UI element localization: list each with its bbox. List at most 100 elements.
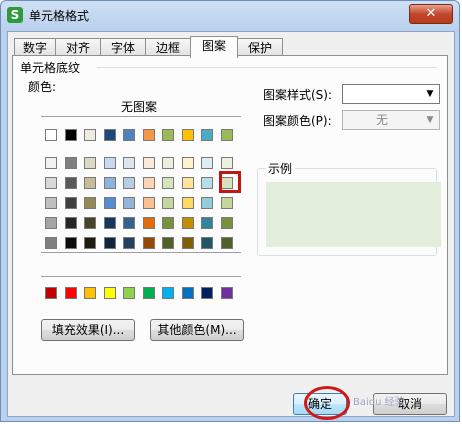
- standard-color-swatch[interactable]: [123, 287, 135, 299]
- color-swatch[interactable]: [123, 237, 135, 249]
- standard-color-swatch[interactable]: [84, 287, 96, 299]
- color-swatch[interactable]: [162, 157, 174, 169]
- color-swatch[interactable]: [104, 217, 116, 229]
- color-swatch[interactable]: [182, 177, 194, 189]
- color-swatch[interactable]: [221, 129, 233, 141]
- color-swatch[interactable]: [45, 157, 57, 169]
- close-button[interactable]: ✕: [409, 4, 453, 24]
- color-swatch[interactable]: [201, 129, 213, 141]
- color-swatch[interactable]: [221, 157, 233, 169]
- standard-color-swatch[interactable]: [104, 287, 116, 299]
- color-swatch[interactable]: [221, 197, 233, 209]
- color-swatch[interactable]: [104, 177, 116, 189]
- color-swatch[interactable]: [201, 237, 213, 249]
- color-swatch[interactable]: [65, 157, 77, 169]
- color-swatch[interactable]: [45, 217, 57, 229]
- color-swatch[interactable]: [45, 129, 57, 141]
- color-swatch[interactable]: [221, 217, 233, 229]
- color-swatch[interactable]: [123, 157, 135, 169]
- chevron-down-icon[interactable]: ▼: [423, 113, 437, 127]
- color-swatch[interactable]: [182, 129, 194, 141]
- tab-patterns[interactable]: 图案: [190, 36, 238, 58]
- color-swatch[interactable]: [104, 237, 116, 249]
- group-divider: [97, 67, 437, 68]
- fill-effects-button[interactable]: 填充效果(I)...: [41, 319, 135, 341]
- color-swatch[interactable]: [84, 129, 96, 141]
- selected-color-highlight: [219, 171, 241, 193]
- title-bar[interactable]: S 单元格格式 ✕: [1, 1, 459, 29]
- patterns-panel: 单元格底纹 颜色: 无图案 填充效果(I)... 其他颜色(M)... 图案样式…: [12, 55, 448, 375]
- color-label: 颜色:: [28, 80, 57, 94]
- color-swatch[interactable]: [45, 197, 57, 209]
- pattern-style-select[interactable]: ▼: [342, 84, 440, 104]
- tab-border[interactable]: 边框: [145, 38, 191, 56]
- color-swatch[interactable]: [123, 129, 135, 141]
- color-swatch[interactable]: [84, 157, 96, 169]
- tab-protection[interactable]: 保护: [237, 38, 283, 56]
- standard-color-swatch[interactable]: [201, 287, 213, 299]
- ok-button-annotation-circle: [304, 386, 350, 420]
- color-swatch[interactable]: [162, 237, 174, 249]
- color-swatch[interactable]: [143, 157, 155, 169]
- color-swatch[interactable]: [104, 197, 116, 209]
- tab-alignment[interactable]: 对齐: [55, 38, 101, 56]
- more-colors-button[interactable]: 其他颜色(M)...: [150, 319, 244, 341]
- color-swatch[interactable]: [65, 177, 77, 189]
- color-swatch[interactable]: [123, 217, 135, 229]
- color-swatch[interactable]: [162, 129, 174, 141]
- color-swatch[interactable]: [123, 177, 135, 189]
- color-swatch[interactable]: [143, 197, 155, 209]
- color-swatch[interactable]: [182, 157, 194, 169]
- color-swatch[interactable]: [201, 217, 213, 229]
- color-swatch[interactable]: [104, 129, 116, 141]
- palette-separator: [41, 276, 241, 277]
- color-swatch[interactable]: [201, 177, 213, 189]
- standard-color-swatch[interactable]: [65, 287, 77, 299]
- dialog-body: 数字 对齐 字体 边框 图案 保护 单元格底纹 颜色: 无图案 填充效果(I).…: [7, 31, 455, 417]
- color-swatch[interactable]: [45, 237, 57, 249]
- color-swatch[interactable]: [182, 197, 194, 209]
- color-swatch[interactable]: [65, 197, 77, 209]
- pattern-style-label: 图案样式(S):: [263, 88, 333, 102]
- no-pattern-option[interactable]: 无图案: [121, 98, 157, 115]
- color-swatch[interactable]: [45, 177, 57, 189]
- tab-number[interactable]: 数字: [14, 38, 56, 56]
- color-swatch[interactable]: [162, 177, 174, 189]
- color-swatch[interactable]: [84, 177, 96, 189]
- color-swatch[interactable]: [201, 197, 213, 209]
- standard-color-swatch[interactable]: [143, 287, 155, 299]
- tab-font[interactable]: 字体: [100, 38, 146, 56]
- color-swatch[interactable]: [65, 129, 77, 141]
- pattern-color-select[interactable]: 无 ▼: [342, 110, 440, 130]
- palette-separator: [41, 252, 241, 253]
- color-swatch[interactable]: [65, 217, 77, 229]
- color-swatch[interactable]: [201, 157, 213, 169]
- pattern-color-value: 无: [375, 113, 388, 127]
- color-swatch[interactable]: [65, 237, 77, 249]
- preview-label: 示例: [265, 160, 296, 177]
- wps-spreadsheet-icon: S: [7, 7, 23, 23]
- color-swatch[interactable]: [143, 237, 155, 249]
- color-swatch[interactable]: [143, 217, 155, 229]
- cell-shading-group-label: 单元格底纹: [20, 59, 83, 76]
- color-swatch[interactable]: [162, 197, 174, 209]
- color-swatch[interactable]: [84, 197, 96, 209]
- pattern-color-label: 图案颜色(P):: [263, 114, 332, 128]
- color-swatch[interactable]: [143, 129, 155, 141]
- palette-separator: [41, 116, 241, 117]
- standard-color-swatch[interactable]: [221, 287, 233, 299]
- color-swatch[interactable]: [182, 237, 194, 249]
- standard-color-swatch[interactable]: [162, 287, 174, 299]
- chevron-down-icon[interactable]: ▼: [423, 87, 437, 101]
- color-swatch[interactable]: [84, 217, 96, 229]
- color-swatch[interactable]: [221, 237, 233, 249]
- standard-color-swatch[interactable]: [182, 287, 194, 299]
- preview-swatch: [266, 182, 441, 247]
- standard-color-swatch[interactable]: [45, 287, 57, 299]
- color-swatch[interactable]: [143, 177, 155, 189]
- color-swatch[interactable]: [84, 237, 96, 249]
- color-swatch[interactable]: [182, 217, 194, 229]
- color-swatch[interactable]: [162, 217, 174, 229]
- color-swatch[interactable]: [123, 197, 135, 209]
- color-swatch[interactable]: [104, 157, 116, 169]
